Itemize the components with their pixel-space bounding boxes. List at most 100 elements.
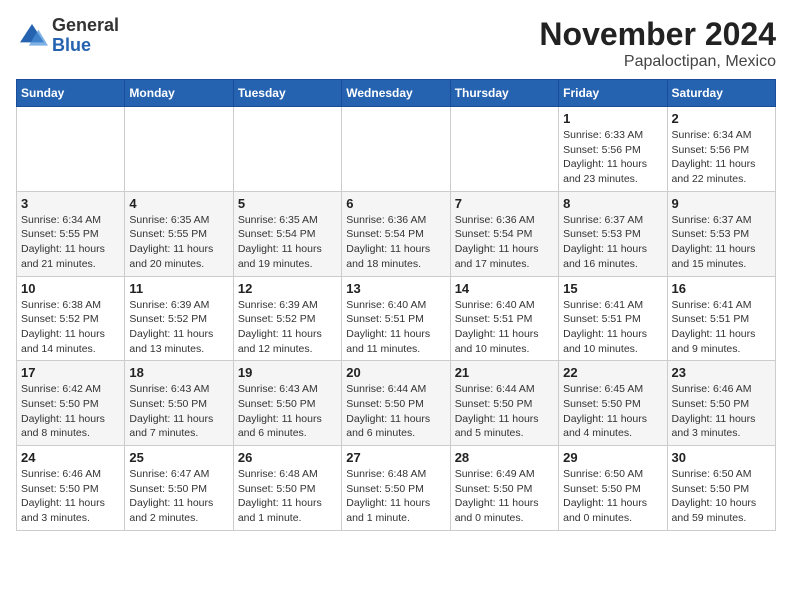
calendar-cell: 13 Sunrise: 6:40 AM Sunset: 5:51 PM Dayli… xyxy=(342,276,450,361)
day-info: Sunrise: 6:43 AM Sunset: 5:50 PM Dayligh… xyxy=(129,382,228,441)
day-number: 3 xyxy=(21,196,120,211)
day-number: 16 xyxy=(672,281,771,296)
weekday-header: Friday xyxy=(559,80,667,107)
calendar-cell: 14 Sunrise: 6:40 AM Sunset: 5:51 PM Dayli… xyxy=(450,276,558,361)
calendar-header: SundayMondayTuesdayWednesdayThursdayFrid… xyxy=(17,80,776,107)
day-number: 13 xyxy=(346,281,445,296)
weekday-header: Tuesday xyxy=(233,80,341,107)
calendar-cell: 12Sunrise: 6:39 AM Sunset: 5:52 PM Dayli… xyxy=(233,276,341,361)
day-info: Sunrise: 6:46 AM Sunset: 5:50 PM Dayligh… xyxy=(672,382,771,441)
month-title: November 2024 xyxy=(539,16,776,53)
calendar-cell: 10 Sunrise: 6:38 AM Sunset: 5:52 PM Dayli… xyxy=(17,276,125,361)
calendar-cell: 23 Sunrise: 6:46 AM Sunset: 5:50 PM Dayli… xyxy=(667,361,775,446)
calendar-cell: 7Sunrise: 6:36 AM Sunset: 5:54 PM Daylig… xyxy=(450,191,558,276)
calendar-cell xyxy=(125,107,233,192)
calendar-cell: 20Sunrise: 6:44 AM Sunset: 5:50 PM Dayli… xyxy=(342,361,450,446)
calendar-cell: 26Sunrise: 6:48 AM Sunset: 5:50 PM Dayli… xyxy=(233,446,341,531)
calendar-cell: 2 Sunrise: 6:34 AM Sunset: 5:56 PM Daylig… xyxy=(667,107,775,192)
day-number: 26 xyxy=(238,450,337,465)
day-info: Sunrise: 6:37 AM Sunset: 5:53 PM Dayligh… xyxy=(672,213,771,272)
calendar-cell: 5 Sunrise: 6:35 AM Sunset: 5:54 PM Daylig… xyxy=(233,191,341,276)
calendar-cell: 28 Sunrise: 6:49 AM Sunset: 5:50 PM Dayli… xyxy=(450,446,558,531)
weekday-header: Monday xyxy=(125,80,233,107)
calendar-table: SundayMondayTuesdayWednesdayThursdayFrid… xyxy=(16,79,776,531)
logo-icon xyxy=(16,20,48,52)
day-info: Sunrise: 6:40 AM Sunset: 5:51 PM Dayligh… xyxy=(346,298,445,357)
calendar-week-row: 10 Sunrise: 6:38 AM Sunset: 5:52 PM Dayli… xyxy=(17,276,776,361)
calendar-cell: 4 Sunrise: 6:35 AM Sunset: 5:55 PM Daylig… xyxy=(125,191,233,276)
day-info: Sunrise: 6:33 AM Sunset: 5:56 PM Dayligh… xyxy=(563,128,662,187)
calendar-cell xyxy=(342,107,450,192)
day-number: 21 xyxy=(455,365,554,380)
day-info: Sunrise: 6:41 AM Sunset: 5:51 PM Dayligh… xyxy=(672,298,771,357)
day-number: 25 xyxy=(129,450,228,465)
day-info: Sunrise: 6:39 AM Sunset: 5:52 PM Dayligh… xyxy=(129,298,228,357)
weekday-header: Saturday xyxy=(667,80,775,107)
calendar-cell: 25Sunrise: 6:47 AM Sunset: 5:50 PM Dayli… xyxy=(125,446,233,531)
calendar-cell: 3 Sunrise: 6:34 AM Sunset: 5:55 PM Daylig… xyxy=(17,191,125,276)
weekday-header: Thursday xyxy=(450,80,558,107)
calendar-cell: 29 Sunrise: 6:50 AM Sunset: 5:50 PM Dayli… xyxy=(559,446,667,531)
day-info: Sunrise: 6:50 AM Sunset: 5:50 PM Dayligh… xyxy=(672,467,771,526)
day-number: 2 xyxy=(672,111,771,126)
day-info: Sunrise: 6:36 AM Sunset: 5:54 PM Dayligh… xyxy=(455,213,554,272)
calendar-week-row: 1 Sunrise: 6:33 AM Sunset: 5:56 PM Daylig… xyxy=(17,107,776,192)
day-number: 27 xyxy=(346,450,445,465)
day-info: Sunrise: 6:40 AM Sunset: 5:51 PM Dayligh… xyxy=(455,298,554,357)
day-info: Sunrise: 6:34 AM Sunset: 5:55 PM Dayligh… xyxy=(21,213,120,272)
calendar-cell: 6Sunrise: 6:36 AM Sunset: 5:54 PM Daylig… xyxy=(342,191,450,276)
calendar-cell: 27 Sunrise: 6:48 AM Sunset: 5:50 PM Dayli… xyxy=(342,446,450,531)
day-number: 4 xyxy=(129,196,228,211)
calendar-week-row: 17Sunrise: 6:42 AM Sunset: 5:50 PM Dayli… xyxy=(17,361,776,446)
calendar-cell: 15 Sunrise: 6:41 AM Sunset: 5:51 PM Dayli… xyxy=(559,276,667,361)
location: Papaloctipan, Mexico xyxy=(539,53,776,71)
day-info: Sunrise: 6:48 AM Sunset: 5:50 PM Dayligh… xyxy=(346,467,445,526)
day-info: Sunrise: 6:41 AM Sunset: 5:51 PM Dayligh… xyxy=(563,298,662,357)
calendar-cell: 8 Sunrise: 6:37 AM Sunset: 5:53 PM Daylig… xyxy=(559,191,667,276)
calendar-cell: 22 Sunrise: 6:45 AM Sunset: 5:50 PM Dayli… xyxy=(559,361,667,446)
day-number: 28 xyxy=(455,450,554,465)
day-info: Sunrise: 6:43 AM Sunset: 5:50 PM Dayligh… xyxy=(238,382,337,441)
day-number: 22 xyxy=(563,365,662,380)
day-number: 8 xyxy=(563,196,662,211)
logo: General Blue xyxy=(16,16,119,56)
day-number: 20 xyxy=(346,365,445,380)
calendar-cell: 9 Sunrise: 6:37 AM Sunset: 5:53 PM Daylig… xyxy=(667,191,775,276)
calendar-cell: 11Sunrise: 6:39 AM Sunset: 5:52 PM Dayli… xyxy=(125,276,233,361)
day-number: 10 xyxy=(21,281,120,296)
day-info: Sunrise: 6:35 AM Sunset: 5:55 PM Dayligh… xyxy=(129,213,228,272)
calendar-cell xyxy=(233,107,341,192)
day-number: 9 xyxy=(672,196,771,211)
day-info: Sunrise: 6:49 AM Sunset: 5:50 PM Dayligh… xyxy=(455,467,554,526)
day-info: Sunrise: 6:44 AM Sunset: 5:50 PM Dayligh… xyxy=(455,382,554,441)
day-number: 1 xyxy=(563,111,662,126)
calendar-cell: 21 Sunrise: 6:44 AM Sunset: 5:50 PM Dayli… xyxy=(450,361,558,446)
day-info: Sunrise: 6:37 AM Sunset: 5:53 PM Dayligh… xyxy=(563,213,662,272)
day-info: Sunrise: 6:46 AM Sunset: 5:50 PM Dayligh… xyxy=(21,467,120,526)
calendar-cell: 1 Sunrise: 6:33 AM Sunset: 5:56 PM Daylig… xyxy=(559,107,667,192)
day-number: 23 xyxy=(672,365,771,380)
day-number: 14 xyxy=(455,281,554,296)
day-info: Sunrise: 6:34 AM Sunset: 5:56 PM Dayligh… xyxy=(672,128,771,187)
day-number: 15 xyxy=(563,281,662,296)
calendar-cell: 24 Sunrise: 6:46 AM Sunset: 5:50 PM Dayli… xyxy=(17,446,125,531)
weekday-header: Sunday xyxy=(17,80,125,107)
title-block: November 2024 Papaloctipan, Mexico xyxy=(539,16,776,71)
day-number: 5 xyxy=(238,196,337,211)
day-number: 24 xyxy=(21,450,120,465)
day-number: 19 xyxy=(238,365,337,380)
day-number: 30 xyxy=(672,450,771,465)
calendar-week-row: 3 Sunrise: 6:34 AM Sunset: 5:55 PM Daylig… xyxy=(17,191,776,276)
calendar-cell: 16 Sunrise: 6:41 AM Sunset: 5:51 PM Dayli… xyxy=(667,276,775,361)
day-number: 12 xyxy=(238,281,337,296)
day-info: Sunrise: 6:50 AM Sunset: 5:50 PM Dayligh… xyxy=(563,467,662,526)
calendar-cell xyxy=(450,107,558,192)
day-info: Sunrise: 6:36 AM Sunset: 5:54 PM Dayligh… xyxy=(346,213,445,272)
day-info: Sunrise: 6:38 AM Sunset: 5:52 PM Dayligh… xyxy=(21,298,120,357)
day-info: Sunrise: 6:35 AM Sunset: 5:54 PM Dayligh… xyxy=(238,213,337,272)
calendar-cell: 19 Sunrise: 6:43 AM Sunset: 5:50 PM Dayli… xyxy=(233,361,341,446)
logo-text: General Blue xyxy=(52,16,119,56)
day-number: 17 xyxy=(21,365,120,380)
day-info: Sunrise: 6:45 AM Sunset: 5:50 PM Dayligh… xyxy=(563,382,662,441)
day-number: 29 xyxy=(563,450,662,465)
